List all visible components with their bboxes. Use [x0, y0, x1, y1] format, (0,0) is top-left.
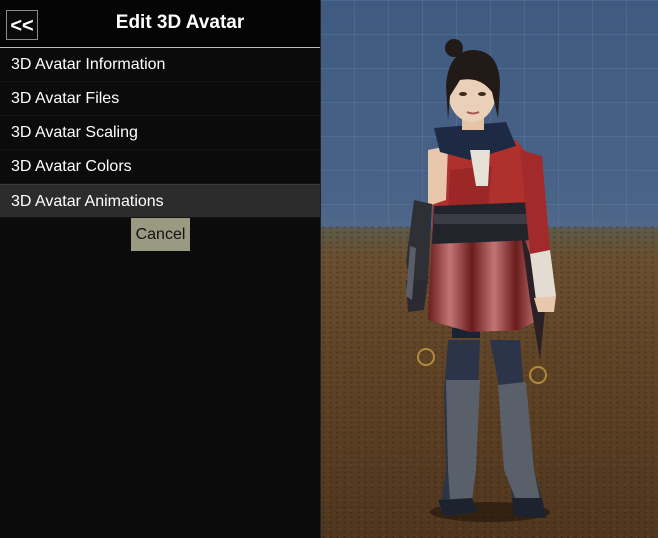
- menu-item-scaling[interactable]: 3D Avatar Scaling: [0, 116, 320, 150]
- cancel-button[interactable]: Cancel: [131, 218, 190, 251]
- menu-item-animations[interactable]: 3D Avatar Animations: [0, 184, 320, 218]
- menu-item-information[interactable]: 3D Avatar Information: [0, 48, 320, 82]
- panel-header: << Edit 3D Avatar: [0, 0, 320, 48]
- edit-avatar-panel: << Edit 3D Avatar 3D Avatar Information …: [0, 0, 321, 538]
- back-button[interactable]: <<: [6, 10, 38, 40]
- page-title: Edit 3D Avatar: [115, 12, 245, 33]
- avatar-edit-menu: 3D Avatar Information 3D Avatar Files 3D…: [0, 48, 320, 218]
- menu-item-files[interactable]: 3D Avatar Files: [0, 82, 320, 116]
- avatar-3d-viewport[interactable]: [320, 0, 658, 538]
- avatar-figure: [406, 39, 556, 522]
- menu-item-colors[interactable]: 3D Avatar Colors: [0, 150, 320, 184]
